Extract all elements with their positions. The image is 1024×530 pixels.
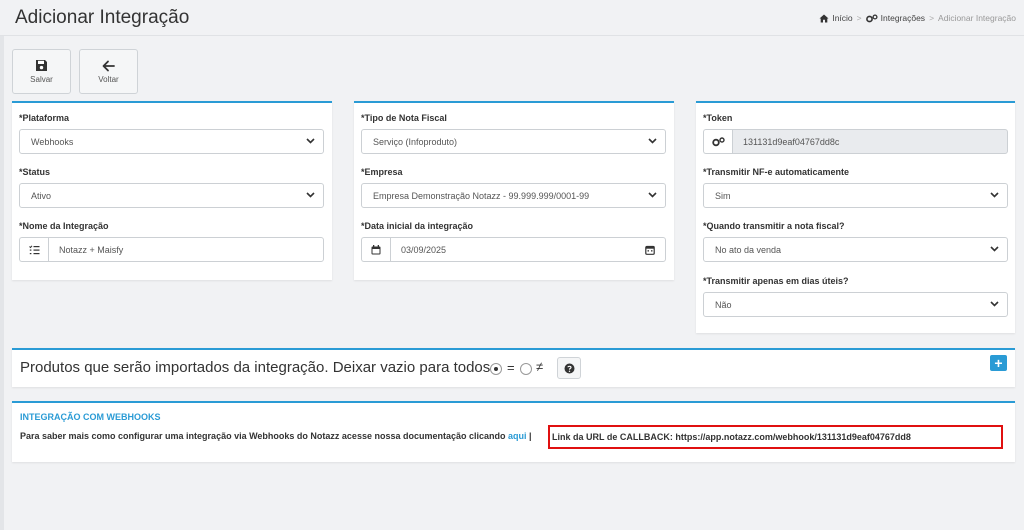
- calendar-icon: [371, 244, 381, 254]
- integration-name-value: Notazz + Maisfy: [59, 244, 124, 255]
- back-button-label: Voltar: [98, 74, 119, 84]
- transmit-when-label: *Quando transmitir a nota fiscal?: [703, 221, 845, 231]
- breadcrumb-current: Adicionar Integração: [938, 13, 1016, 23]
- back-button[interactable]: Voltar: [79, 49, 138, 94]
- gears-icon: [711, 136, 725, 146]
- company-select-value: Empresa Demonstração Notazz - 99.999.999…: [373, 190, 590, 201]
- integration-name-group: Notazz + Maisfy: [19, 237, 324, 262]
- date-picker-icon[interactable]: [645, 245, 655, 255]
- auto-transmit-label: *Transmitir NF-e automaticamente: [703, 167, 850, 177]
- floppy-disk-icon: [36, 60, 47, 71]
- integration-name-input[interactable]: Notazz + Maisfy: [48, 237, 324, 262]
- integration-general-card: *Plataforma Webhooks *Status Ativo *Nome…: [12, 101, 332, 280]
- auto-transmit-select[interactable]: Sim: [703, 183, 1008, 208]
- products-description: Produtos que serão importados da integra…: [20, 359, 495, 376]
- chevron-down-icon: [990, 246, 999, 252]
- token-value: 131131d9eaf04767dd8c: [743, 136, 840, 147]
- documentation-link[interactable]: aqui: [508, 431, 527, 441]
- breadcrumb-separator: >: [929, 13, 935, 23]
- start-date-input[interactable]: 03/09/2025: [390, 237, 666, 262]
- equal-radio[interactable]: [490, 363, 502, 375]
- chevron-down-icon: [648, 138, 657, 144]
- token-input: 131131d9eaf04767dd8c: [732, 129, 1008, 154]
- webhooks-title: INTEGRAÇÃO COM WEBHOOKS: [20, 412, 161, 422]
- status-select-value: Ativo: [31, 190, 52, 201]
- token-label: *Token: [703, 113, 733, 123]
- business-days-label: *Transmitir apenas em dias úteis?: [703, 276, 849, 286]
- company-select[interactable]: Empresa Demonstração Notazz - 99.999.999…: [361, 183, 666, 208]
- invoice-type-select-value: Serviço (Infoproduto): [373, 136, 458, 147]
- save-button[interactable]: Salvar: [12, 49, 71, 94]
- breadcrumb-separator: >: [856, 13, 862, 23]
- business-days-select-value: Não: [715, 299, 732, 310]
- start-date-group: 03/09/2025: [361, 237, 666, 262]
- question-circle-icon: [564, 363, 574, 373]
- arrow-left-icon: [102, 60, 115, 71]
- save-button-label: Salvar: [30, 75, 53, 84]
- callback-url-text: Link da URL de CALLBACK: https://app.not…: [552, 432, 911, 442]
- start-date-label: *Data inicial da integração: [361, 221, 474, 231]
- gears-icon: [865, 13, 878, 22]
- breadcrumb-integrations-label: Integrações: [880, 13, 926, 23]
- breadcrumb-integrations[interactable]: Integrações: [865, 13, 926, 23]
- platform-select-value: Webhooks: [31, 136, 74, 147]
- chevron-down-icon: [990, 301, 999, 307]
- page-title: Adicionar Integração: [15, 7, 190, 28]
- list-check-icon: [28, 244, 39, 254]
- invoice-type-label: *Tipo de Nota Fiscal: [361, 113, 447, 123]
- token-group: 131131d9eaf04767dd8c: [703, 129, 1008, 154]
- chevron-down-icon: [306, 138, 315, 144]
- left-edge-strip: [0, 0, 4, 530]
- help-button[interactable]: [557, 357, 581, 379]
- chevron-down-icon: [306, 192, 315, 198]
- gears-icon-addon: [703, 129, 732, 154]
- transmission-settings-card: *Token 131131d9eaf04767dd8c *Transmitir …: [696, 101, 1015, 333]
- invoice-settings-card: *Tipo de Nota Fiscal Serviço (Infoprodut…: [354, 101, 674, 280]
- webhooks-info-text: Para saber mais como configurar uma inte…: [20, 431, 506, 441]
- callback-url-highlight: Link da URL de CALLBACK: https://app.not…: [548, 425, 1003, 449]
- home-icon: [819, 14, 829, 22]
- platform-label: *Plataforma: [19, 113, 70, 123]
- chevron-down-icon: [648, 192, 657, 198]
- equal-symbol: =: [507, 360, 515, 375]
- add-product-button[interactable]: +: [990, 355, 1007, 371]
- webhooks-divider: |: [529, 431, 532, 441]
- company-label: *Empresa: [361, 167, 403, 177]
- business-days-select[interactable]: Não: [703, 292, 1008, 317]
- invoice-type-select[interactable]: Serviço (Infoproduto): [361, 129, 666, 154]
- breadcrumb-home-label: Início: [832, 13, 853, 23]
- integration-name-label: *Nome da Integração: [19, 221, 109, 231]
- breadcrumb-home[interactable]: Início: [819, 13, 853, 23]
- status-select[interactable]: Ativo: [19, 183, 324, 208]
- auto-transmit-select-value: Sim: [715, 190, 731, 201]
- status-label: *Status: [19, 167, 51, 177]
- list-icon-addon: [19, 237, 48, 262]
- not-equal-radio[interactable]: [520, 363, 532, 375]
- platform-select[interactable]: Webhooks: [19, 129, 324, 154]
- transmit-when-select-value: No ato da venda: [715, 244, 782, 255]
- page-header: Adicionar Integração Início > Integraçõe…: [0, 0, 1024, 36]
- webhooks-info: Para saber mais como configurar uma inte…: [20, 431, 532, 441]
- breadcrumb: Início > Integrações > Adicionar Integra…: [819, 13, 1016, 23]
- chevron-down-icon: [990, 192, 999, 198]
- transmit-when-select[interactable]: No ato da venda: [703, 237, 1008, 262]
- start-date-value: 03/09/2025: [401, 244, 447, 255]
- calendar-icon-addon: [361, 237, 390, 262]
- not-equal-symbol: ≠: [536, 359, 544, 374]
